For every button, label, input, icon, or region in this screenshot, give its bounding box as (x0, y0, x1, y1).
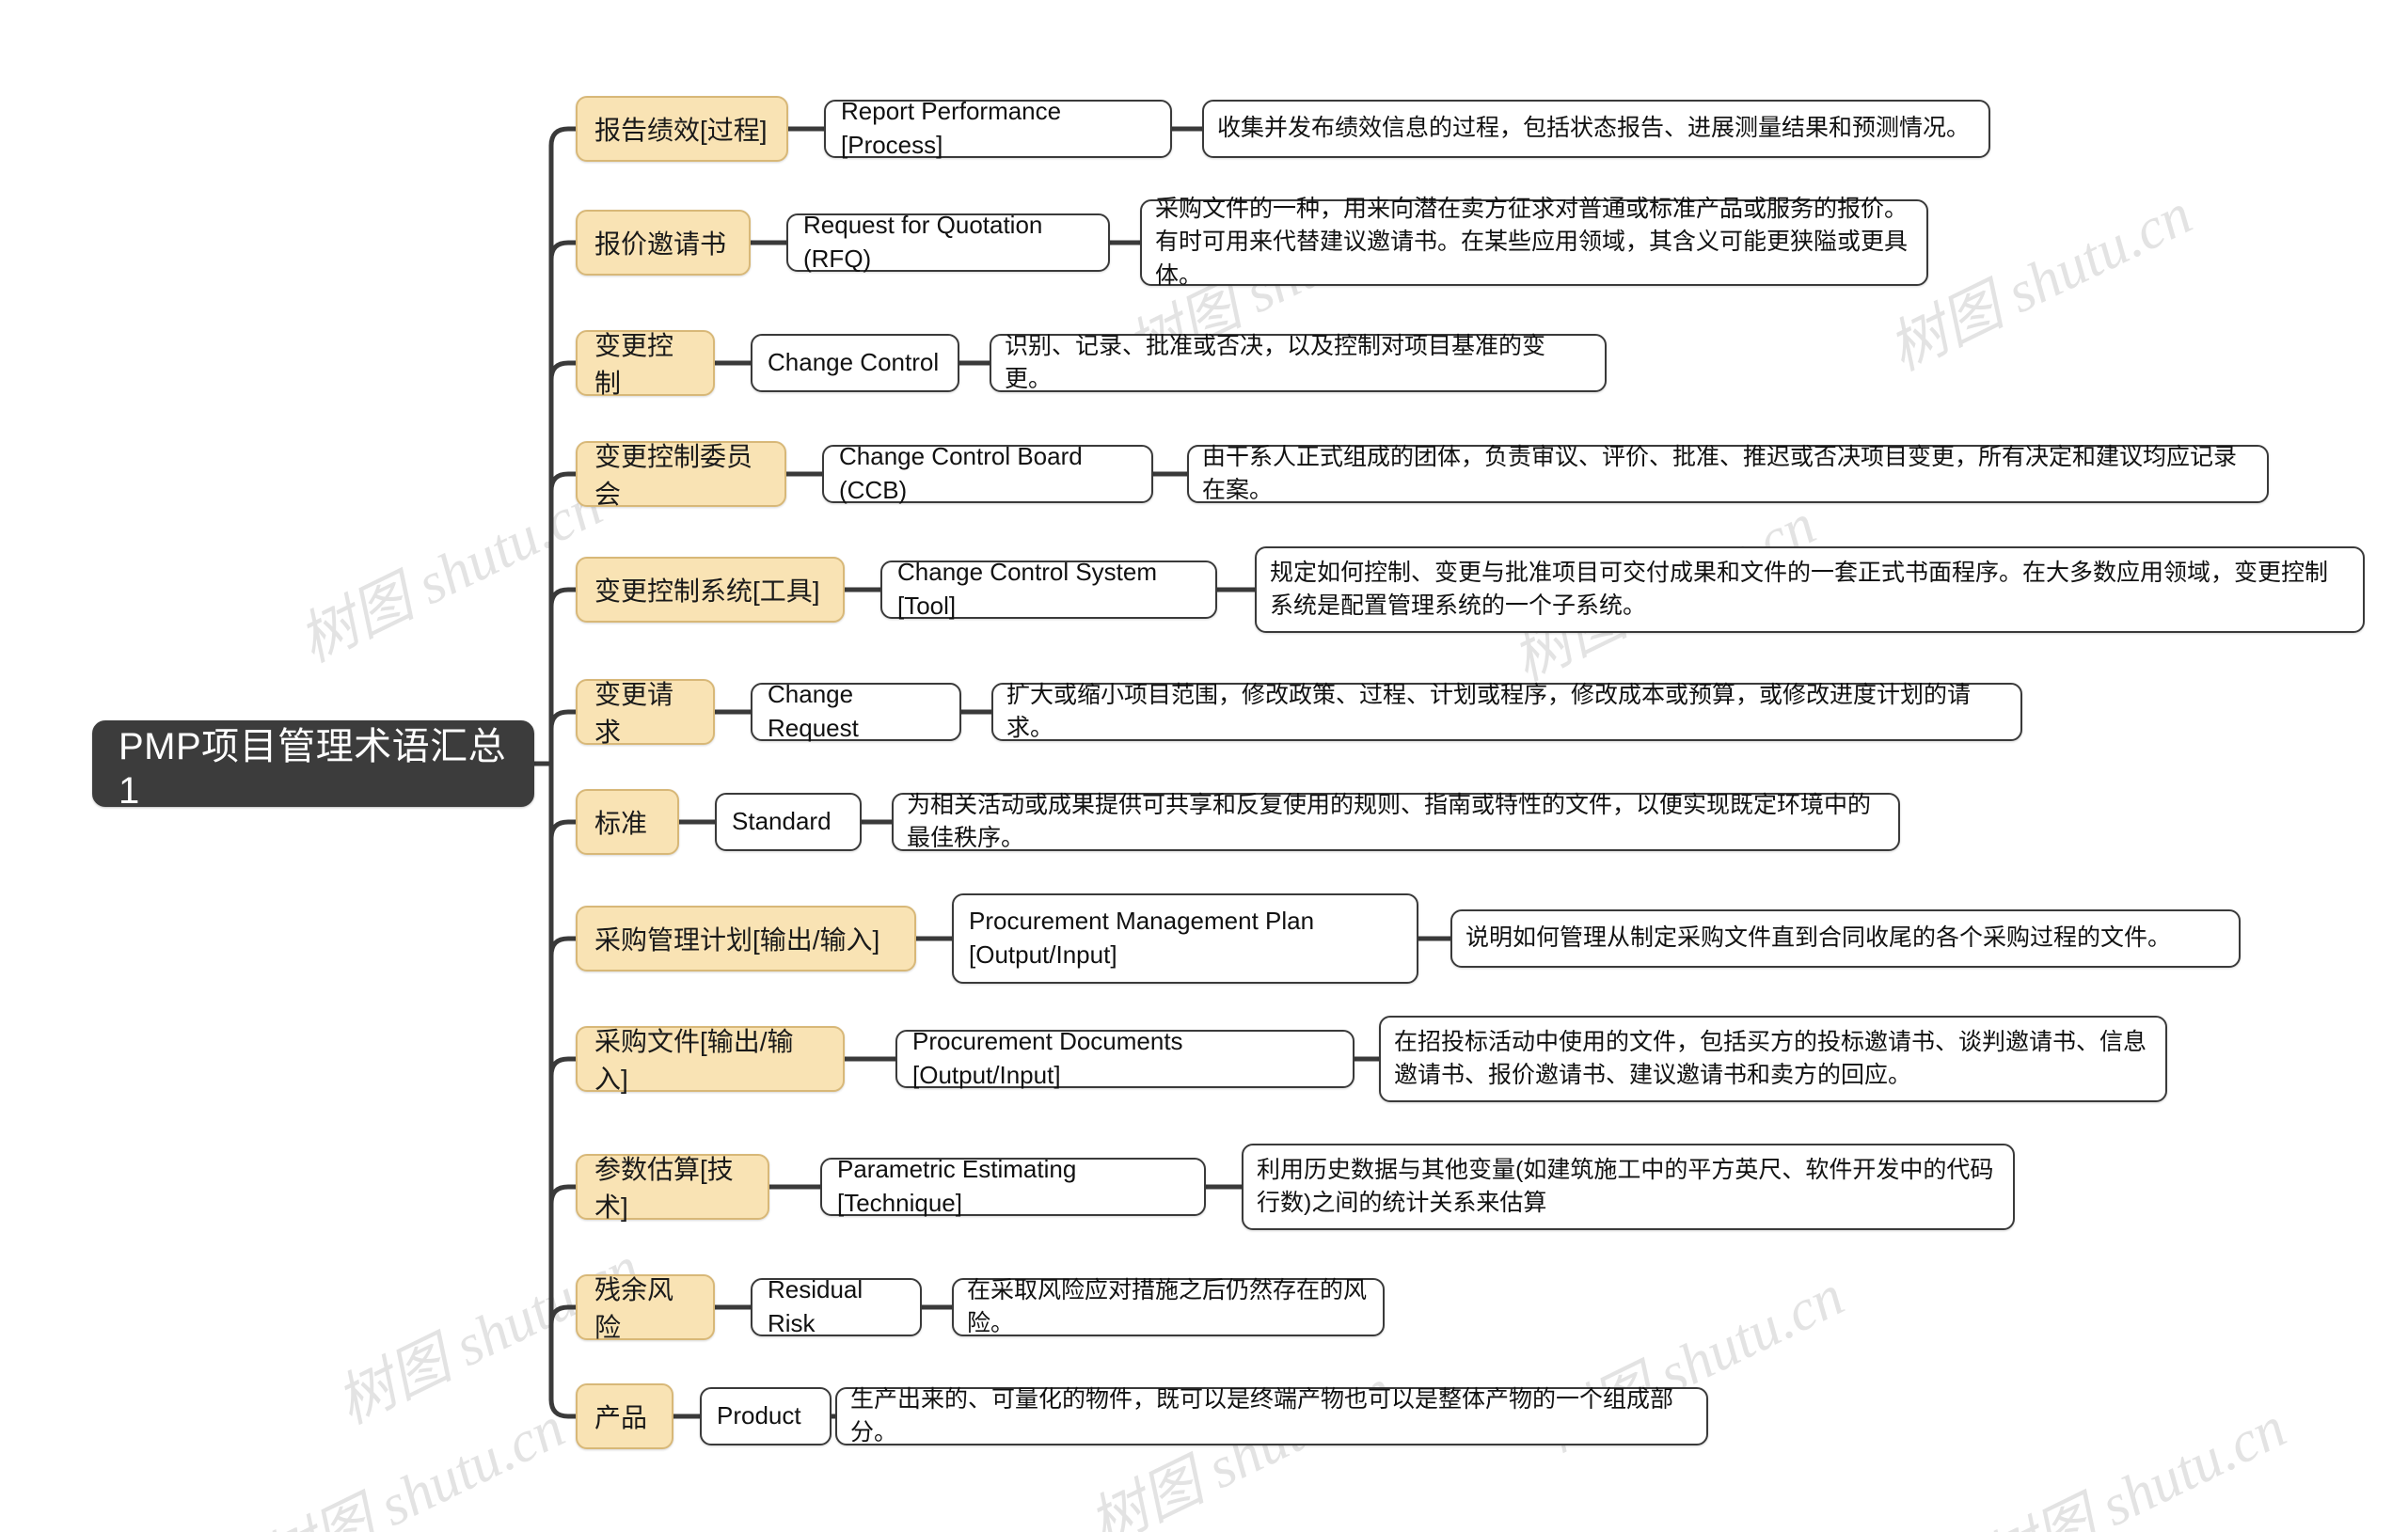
desc-node-10[interactable]: 在采取风险应对措施之后仍然存在的风险。 (952, 1277, 1385, 1336)
term-node-11[interactable]: Product (700, 1387, 832, 1445)
term-node-7[interactable]: Procurement Management Plan [Output/Inpu… (952, 893, 1418, 984)
desc-node-9[interactable]: 利用历史数据与其他变量(如建筑施工中的平方英尺、软件开发中的代码行数)之间的统计… (1242, 1144, 2015, 1230)
topic-node-4[interactable]: 变更控制系统[工具] (576, 557, 845, 623)
term-node-6[interactable]: Standard (715, 793, 862, 851)
term-node-5-label: Change Request (768, 680, 861, 742)
topic-node-8-label: 采购文件[输出/输入] (594, 1027, 794, 1094)
desc-node-0[interactable]: 收集并发布绩效信息的过程，包括状态报告、进展测量结果和预测情况。 (1202, 100, 1990, 158)
desc-node-7[interactable]: 说明如何管理从制定采购文件直到合同收尾的各个采购过程的文件。 (1450, 909, 2241, 968)
term-node-9[interactable]: Parametric Estimating [Technique] (820, 1155, 1206, 1217)
desc-node-3[interactable]: 由干系人正式组成的团体，负责审议、评价、批准、推迟或否决项目变更，所有决定和建议… (1187, 444, 2269, 503)
topic-node-3[interactable]: 变更控制委员会 (576, 441, 786, 509)
desc-node-2-label: 识别、记录、批准或否决，以及控制对项目基准的变更。 (1005, 332, 1546, 393)
desc-node-7-label: 说明如何管理从制定采购文件直到合同收尾的各个采购过程的文件。 (1465, 924, 2172, 952)
term-node-5[interactable]: Change Request (751, 680, 961, 742)
watermark-text: 树图 shutu.cn (289, 473, 612, 675)
root-node[interactable]: PMP项目管理术语汇总1 (92, 720, 534, 812)
topic-node-6[interactable]: 标准 (576, 789, 679, 855)
term-node-10-label: Residual Risk (768, 1275, 870, 1337)
desc-node-10-label: 在采取风险应对措施之后仍然存在的风险。 (967, 1276, 1368, 1337)
term-node-8[interactable]: Procurement Documents [Output/Input] (895, 1027, 1354, 1089)
desc-node-4-label: 规定如何控制、变更与批准项目可交付成果和文件的一套正式书面程序。在大多数应用领域… (1270, 559, 2329, 620)
term-node-1-label: Request for Quotation (RFQ) (803, 211, 1050, 273)
term-node-4-label: Change Control System [Tool] (897, 558, 1164, 620)
term-node-4[interactable]: Change Control System [Tool] (880, 558, 1217, 620)
term-node-8-label: Procurement Documents [Output/Input] (912, 1027, 1190, 1089)
term-node-11-label: Product (717, 1401, 801, 1430)
watermark-text: 树图 shutu.cn (251, 1395, 575, 1532)
desc-node-5[interactable]: 扩大或缩小项目范围，修改政策、过程、计划或程序，修改成本或预算，或修改进度计划的… (991, 682, 2022, 741)
desc-node-1[interactable]: 采购文件的一种，用来向潜在卖方征求对普通或标准产品或服务的报价。有时可用来代替建… (1140, 196, 1928, 289)
topic-node-10-label: 残余风险 (594, 1275, 674, 1342)
topic-node-7-label: 采购管理计划[输出/输入] (594, 925, 880, 955)
term-node-6-label: Standard (732, 807, 832, 836)
desc-node-4[interactable]: 规定如何控制、变更与批准项目可交付成果和文件的一套正式书面程序。在大多数应用领域… (1255, 546, 2365, 633)
desc-node-6-label: 为相关活动或成果提供可共享和反复使用的规则、指南或特性的文件，以便实现既定环境中… (907, 791, 1872, 852)
topic-node-3-label: 变更控制委员会 (594, 442, 753, 509)
desc-node-3-label: 由干系人正式组成的团体，负责审议、评价、批准、推迟或否决项目变更，所有决定和建议… (1202, 443, 2238, 504)
desc-node-6[interactable]: 为相关活动或成果提供可共享和反复使用的规则、指南或特性的文件，以便实现既定环境中… (892, 792, 1900, 851)
topic-node-9-label: 参数估算[技术] (594, 1155, 734, 1222)
root-node-label: PMP项目管理术语汇总1 (119, 725, 507, 812)
topic-node-2[interactable]: 变更控制 (576, 330, 715, 398)
topic-node-11[interactable]: 产品 (576, 1383, 673, 1449)
topic-node-2-label: 变更控制 (594, 331, 674, 398)
desc-node-11-label: 生产出来的、可量化的物件，既可以是终端产物也可以是整体产物的一个组成部分。 (850, 1385, 1674, 1446)
term-node-2[interactable]: Change Control (751, 334, 959, 392)
desc-node-8-label: 在招投标活动中使用的文件，包括买方的投标邀请书、谈判邀请书、信息邀请书、报价邀请… (1394, 1028, 2147, 1089)
topic-node-11-label: 产品 (594, 1403, 648, 1432)
topic-node-1-label: 报价邀请书 (594, 229, 727, 259)
topic-node-4-label: 变更控制系统[工具] (594, 576, 820, 606)
term-node-3-label: Change Control Board (CCB) (839, 442, 1089, 504)
term-node-0[interactable]: Report Performance [Process] (824, 97, 1172, 159)
term-node-2-label: Change Control (768, 348, 940, 377)
topic-node-0-label: 报告绩效[过程] (594, 116, 768, 145)
mindmap-canvas: 树图 shutu.cn树图 shutu.cn树图 shutu.cn树图 shut… (0, 0, 2408, 1532)
topic-node-5[interactable]: 变更请求 (576, 679, 715, 747)
topic-node-5-label: 变更请求 (594, 680, 674, 747)
topic-node-1[interactable]: 报价邀请书 (576, 210, 751, 276)
topic-node-6-label: 标准 (594, 809, 648, 838)
topic-node-0[interactable]: 报告绩效[过程] (576, 96, 788, 162)
desc-node-9-label: 利用历史数据与其他变量(如建筑施工中的平方英尺、软件开发中的代码行数)之间的统计… (1257, 1156, 1994, 1217)
desc-node-11[interactable]: 生产出来的、可量化的物件，既可以是终端产物也可以是整体产物的一个组成部分。 (835, 1386, 1708, 1445)
term-node-1[interactable]: Request for Quotation (RFQ) (786, 211, 1110, 273)
term-node-0-label: Report Performance [Process] (841, 97, 1069, 159)
term-node-3[interactable]: Change Control Board (CCB) (822, 442, 1153, 504)
term-node-9-label: Parametric Estimating [Technique] (837, 1155, 1084, 1217)
desc-node-5-label: 扩大或缩小项目范围，修改政策、过程、计划或程序，修改成本或预算，或修改进度计划的… (1006, 681, 1972, 742)
desc-node-1-label: 采购文件的一种，用来向潜在卖方征求对普通或标准产品或服务的报价。有时可用来代替建… (1155, 195, 1909, 289)
topic-node-8[interactable]: 采购文件[输出/输入] (576, 1026, 845, 1094)
desc-node-8[interactable]: 在招投标活动中使用的文件，包括买方的投标邀请书、谈判邀请书、信息邀请书、报价邀请… (1379, 1016, 2167, 1102)
topic-node-9[interactable]: 参数估算[技术] (576, 1154, 769, 1222)
desc-node-2[interactable]: 识别、记录、批准或否决，以及控制对项目基准的变更。 (990, 333, 1607, 392)
term-node-7-label: Procurement Management Plan [Output/Inpu… (969, 907, 1322, 969)
topic-node-7[interactable]: 采购管理计划[输出/输入] (576, 906, 916, 971)
desc-node-0-label: 收集并发布绩效信息的过程，包括状态报告、进展测量结果和预测情况。 (1217, 115, 1971, 142)
topic-node-10[interactable]: 残余风险 (576, 1274, 715, 1342)
watermark-text: 树图 shutu.cn (1972, 1395, 2296, 1532)
term-node-10[interactable]: Residual Risk (751, 1275, 922, 1337)
